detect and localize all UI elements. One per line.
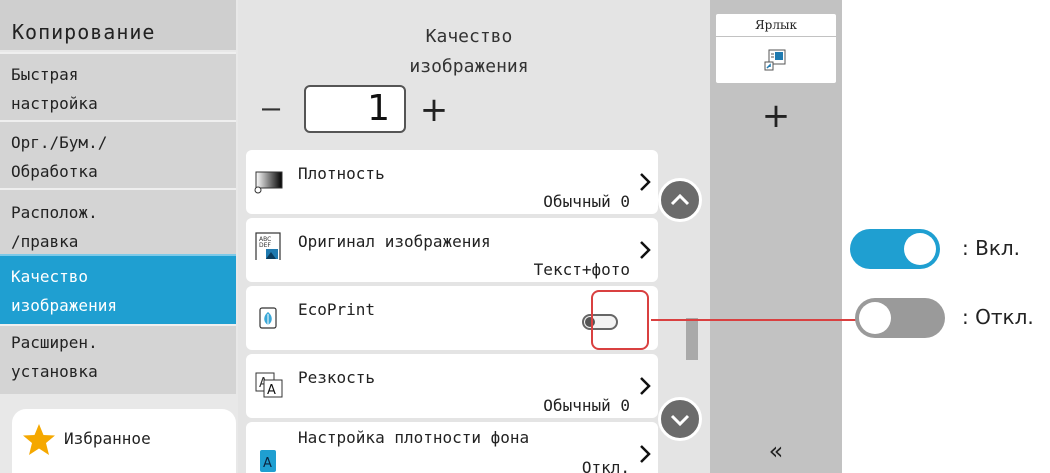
setting-row-sharpness[interactable]: A A Резкость Обычный 0	[246, 354, 658, 418]
shortcut-icon	[764, 49, 786, 71]
sidebar-title: Копирование	[0, 0, 236, 50]
row-label: Оригинал изображения	[298, 232, 491, 251]
collapse-panel-button[interactable]: «	[762, 438, 790, 464]
row-label: Плотность	[298, 164, 385, 183]
background-density-icon: A	[260, 450, 276, 472]
row-label: Резкость	[298, 368, 376, 387]
favorites-button[interactable]: Избранное	[12, 409, 236, 473]
chevron-right-icon	[640, 173, 651, 191]
original-image-icon: ABC DEF	[255, 232, 281, 260]
callout-line	[651, 319, 858, 321]
svg-text:A: A	[267, 383, 276, 398]
ecoprint-leaf-icon	[259, 307, 277, 329]
ecoprint-toggle-highlight	[591, 290, 649, 350]
legend-toggle-on	[850, 229, 940, 269]
shortcut-panel: Ярлык + «	[710, 0, 842, 473]
add-shortcut-button[interactable]: +	[754, 98, 798, 134]
svg-text:A: A	[263, 456, 272, 471]
sidebar: Копирование Быстрая настройка Орг./Бум./…	[0, 0, 238, 473]
legend-toggle-off	[855, 298, 945, 338]
sidebar-item-org-paper-finishing[interactable]: Орг./Бум./ Обработка	[0, 120, 236, 188]
copies-input[interactable]: 1	[304, 85, 406, 133]
favorites-label: Избранное	[64, 429, 151, 448]
chevron-right-icon	[640, 377, 651, 395]
scroll-down-button[interactable]	[658, 397, 702, 441]
copier-screen: Копирование Быстрая настройка Орг./Бум./…	[0, 0, 842, 473]
page-title: Качество изображения	[409, 26, 529, 77]
increment-button[interactable]: +	[414, 88, 454, 132]
row-label: Настройка плотности фона	[298, 428, 530, 447]
shortcut-button[interactable]	[716, 37, 836, 83]
row-value: Обычный 0	[543, 192, 630, 211]
row-value: Обычный 0	[543, 396, 630, 415]
decrement-button[interactable]: —	[252, 94, 290, 124]
svg-text:DEF: DEF	[259, 242, 271, 249]
row-label: EcoPrint	[298, 300, 376, 319]
setting-row-background-density[interactable]: A Настройка плотности фона Откл.	[246, 422, 658, 473]
sharpness-icon: A A	[255, 372, 283, 398]
row-value: Текст+фото	[533, 260, 630, 279]
legend-off-label: : Откл.	[962, 305, 1034, 329]
sidebar-item-image-quality[interactable]: Качество изображения	[0, 254, 236, 324]
chevron-right-icon	[640, 445, 651, 463]
shortcut-label: Ярлык	[716, 14, 836, 36]
setting-row-original-image[interactable]: ABC DEF Оригинал изображения Текст+фото	[246, 218, 658, 282]
star-icon	[23, 424, 55, 455]
chevron-right-icon	[640, 241, 651, 259]
sidebar-item-quick-setup[interactable]: Быстрая настройка	[0, 52, 236, 120]
scrollbar-thumb[interactable]	[686, 318, 698, 360]
row-value: Откл.	[581, 458, 630, 473]
chevron-down-icon	[670, 414, 690, 427]
sidebar-item-advanced-setup[interactable]: Расширен. установка	[0, 324, 236, 394]
legend-on-label: : Вкл.	[962, 236, 1021, 260]
sidebar-item-layout-edit[interactable]: Располож. /правка	[0, 188, 236, 254]
chevron-up-icon	[670, 193, 690, 206]
density-icon	[254, 171, 283, 194]
scroll-up-button[interactable]	[658, 178, 702, 222]
setting-row-density[interactable]: Плотность Обычный 0	[246, 150, 658, 214]
main-panel: Качество изображения — 1 + Плотность Обы…	[238, 0, 710, 473]
